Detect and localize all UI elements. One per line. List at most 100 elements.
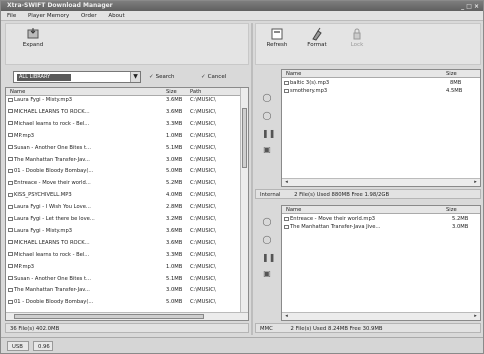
delete-icon[interactable]: ▣ — [262, 269, 272, 279]
table-row[interactable]: KISS_PSYCHIVELL.MP3 4.0MB C:\MUSIC\ — [6, 192, 248, 200]
file-path: C:\MUSIC\ — [190, 120, 216, 127]
file-icon — [8, 192, 13, 197]
cancel-button[interactable]: ✓ Cancel — [201, 71, 226, 83]
column-header-size[interactable]: Size — [166, 88, 177, 96]
mmc-status-text: 2 File(s) Used 8.24MB Free 30.9MB — [290, 326, 383, 332]
list-item[interactable]: Entreace - Move their world.mp3 5.2MB — [282, 216, 480, 224]
file-name: MICHAEL LEARNS TO ROCK... — [14, 108, 90, 115]
menu-file[interactable]: File — [7, 13, 16, 19]
table-row[interactable]: Michael learns to rock - Bel... 3.3MB C:\M… — [6, 252, 248, 260]
file-name: Laura Fygi - Misty.mp3 — [14, 97, 73, 103]
file-name: Susan - Another One Bites t... — [14, 275, 91, 282]
mmc-tag: MMC — [260, 326, 273, 332]
scroll-thumb[interactable] — [14, 314, 204, 319]
column-header-name[interactable]: Name — [286, 206, 301, 214]
transfer-right-icon[interactable]: ◯ — [262, 93, 272, 103]
pause-icon[interactable]: ❚❚ — [262, 253, 275, 263]
file-name: The Manhattan Transfer-Jav... — [14, 156, 90, 163]
table-row[interactable]: MICHAEL LEARNS TO ROCK... 3.6MB C:\MUSIC\ — [6, 109, 248, 117]
column-header-name[interactable]: Name — [286, 70, 301, 78]
table-row[interactable]: MICHAEL LEARNS TO ROCK... 3.6MB C:\MUSIC\ — [6, 240, 248, 248]
file-name-cell: Laura Fygi - Misty.mp3 — [8, 97, 160, 105]
file-name: Michael learns to rock - Bel... — [14, 251, 90, 258]
file-icon — [284, 216, 289, 221]
list-item[interactable]: The Manhattan Transfer-Java Jive... 3.0M… — [282, 224, 480, 232]
menu-bar: File Player Memory Order About — [1, 11, 483, 21]
file-name: smothery.mp3 — [290, 88, 328, 94]
table-row[interactable]: Laura Fygi - Misty.mp3 3.6MB C:\MUSIC\ — [6, 97, 248, 105]
transfer-right-icon[interactable]: ◯ — [262, 217, 272, 227]
file-path: C:\MUSIC\ — [190, 216, 216, 222]
file-name: MICHAEL LEARNS TO ROCK... — [14, 239, 90, 246]
file-icon — [8, 157, 13, 161]
file-name: Laura Fygi - Misty.mp3 — [14, 227, 73, 234]
menu-order[interactable]: Order — [81, 13, 97, 19]
expand-button[interactable]: Expand — [14, 26, 52, 60]
library-horizontal-scrollbar[interactable] — [6, 312, 248, 320]
internal-memory-list[interactable]: Name Size baltic 3(s).mp3 8MB smothery.m… — [281, 69, 481, 187]
file-icon — [8, 168, 13, 173]
file-name: KISS_PSYCHIVELL.MP3 — [14, 192, 72, 199]
file-size: 2.8MB — [166, 204, 183, 211]
transfer-left-icon[interactable]: ◯ — [262, 111, 272, 121]
table-row[interactable]: Laura Fygi - I Wish You Love... 2.8MB C:\M… — [6, 204, 248, 212]
table-row[interactable]: The Manhattan Transfer-Jav... 3.0MB C:\MUS… — [6, 157, 248, 165]
table-row[interactable]: Susan - Another One Bites t... 5.1MB C:\MU… — [6, 276, 248, 284]
scroll-left-icon[interactable]: ◂ — [283, 179, 290, 186]
file-name: Entreace - Move their world... — [14, 180, 91, 187]
table-row[interactable]: Laura Fygi - Misty.mp3 3.6MB C:\MUSIC\ — [6, 228, 248, 236]
delete-icon[interactable]: ▣ — [262, 145, 272, 155]
lock-button[interactable]: Lock — [338, 26, 376, 60]
window-title: Xtra-SWIFT Download Manager — [7, 2, 113, 9]
library-vertical-scrollbar[interactable] — [240, 88, 248, 312]
pane-divider[interactable] — [251, 23, 253, 335]
column-header-path[interactable]: Path — [190, 88, 201, 96]
mmc-list-header: Name Size — [282, 206, 480, 214]
scroll-thumb[interactable] — [242, 108, 247, 168]
table-row[interactable]: MP.mp3 1.0MB C:\MUSIC\ — [6, 133, 248, 141]
column-header-name[interactable]: Name — [10, 88, 25, 96]
table-row[interactable]: Entreace - Move their world... 5.2MB C:\MU… — [6, 180, 248, 188]
search-button[interactable]: ✓ Search — [149, 71, 175, 83]
internal-horizontal-scrollbar[interactable]: ◂ ▸ — [282, 178, 480, 186]
library-filter-combo[interactable]: ALL LIBRARY ▼ — [13, 71, 141, 83]
transfer-left-icon[interactable]: ◯ — [262, 235, 272, 245]
file-size: 4.5MB — [446, 88, 463, 94]
table-row[interactable]: The Manhattan Transfer-Jav... 3.0MB C:\MUS… — [6, 287, 248, 295]
scroll-right-icon[interactable]: ▸ — [472, 179, 479, 186]
table-row[interactable]: 01 - Doobie Bloody Bombay(... 5.0MB C:\MUS… — [6, 168, 248, 176]
file-icon — [8, 145, 13, 150]
table-row[interactable]: 01 - Doobie Bloody Bombay(... 5.0MB C:\MUS… — [6, 299, 248, 307]
internal-list-header: Name Size — [282, 70, 480, 78]
menu-player-memory[interactable]: Player Memory — [28, 13, 69, 19]
check-icon: ✓ — [149, 74, 154, 80]
filter-bar: ALL LIBRARY ▼ ✓ Search ✓ Cancel — [13, 70, 249, 84]
search-label: Search — [155, 74, 175, 80]
list-item[interactable]: smothery.mp3 4.5MB — [282, 88, 480, 96]
column-header-size[interactable]: Size — [446, 70, 457, 78]
file-icon — [8, 216, 13, 221]
file-name: 01 - Doobie Bloody Bombay(... — [14, 168, 94, 175]
table-row[interactable]: Susan - Another One Bites t... 5.1MB C:\MU… — [6, 145, 248, 153]
scroll-left-icon[interactable]: ◂ — [283, 313, 290, 320]
table-row[interactable]: Laura Fygi - Let there be love... 3.2MB C:… — [6, 216, 248, 224]
column-header-size[interactable]: Size — [446, 206, 457, 214]
library-file-list[interactable]: Name Size Path Laura Fygi - Misty.mp3 3.6… — [5, 87, 249, 321]
scroll-right-icon[interactable]: ▸ — [472, 313, 479, 320]
file-icon — [8, 252, 13, 257]
list-item[interactable]: baltic 3(s).mp3 8MB — [282, 80, 480, 88]
file-path: C:\MUSIC\ — [190, 204, 216, 211]
format-button[interactable]: Format — [298, 26, 336, 60]
table-row[interactable]: Michael learns to rock - Bel... 3.3MB C:\M… — [6, 121, 248, 129]
left-toolbar: Expand — [5, 23, 249, 65]
pause-icon[interactable]: ❚❚ — [262, 129, 275, 139]
mmc-horizontal-scrollbar[interactable]: ◂ ▸ — [282, 312, 480, 320]
app-window: Xtra-SWIFT Download Manager _ □ × File P… — [0, 0, 484, 354]
file-name-cell: Laura Fygi - I Wish You Love... — [8, 204, 160, 212]
file-icon — [8, 228, 13, 233]
table-row[interactable]: MP.mp3 1.0MB C:\MUSIC\ — [6, 264, 248, 272]
mmc-card-list[interactable]: Name Size Entreace - Move their world.mp… — [281, 205, 481, 321]
chevron-down-icon[interactable]: ▼ — [130, 72, 140, 82]
refresh-button[interactable]: Refresh — [258, 26, 296, 60]
menu-about[interactable]: About — [108, 13, 124, 19]
